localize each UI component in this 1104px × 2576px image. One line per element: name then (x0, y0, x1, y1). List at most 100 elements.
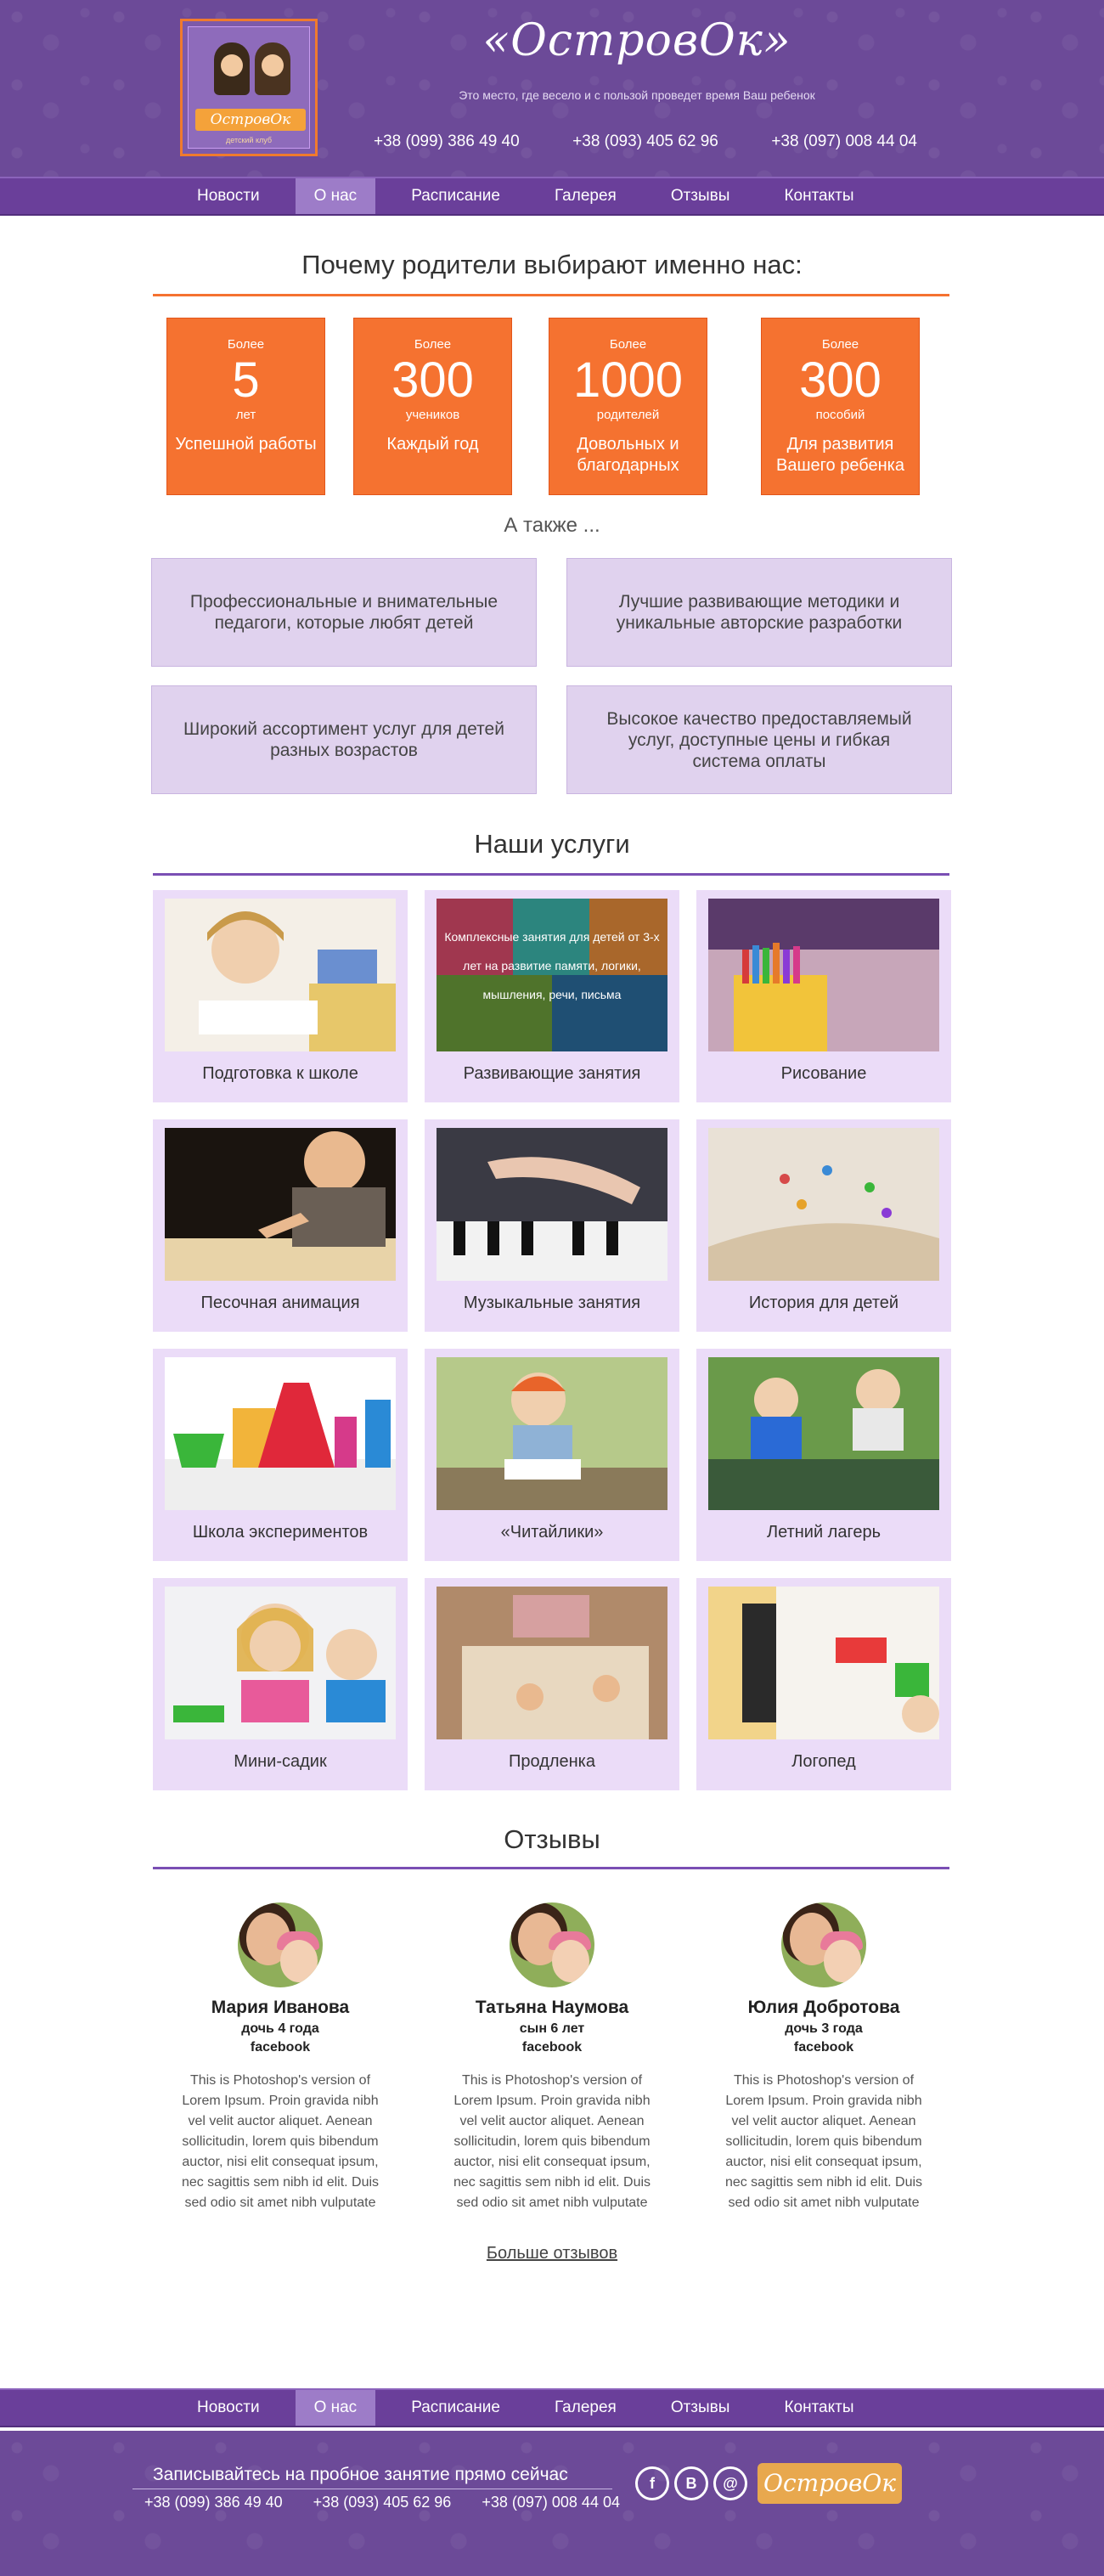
stat-desc: Каждый год (386, 435, 479, 454)
vk-icon[interactable]: B (674, 2466, 708, 2500)
nav-item-news[interactable]: Новости (178, 2390, 279, 2426)
stat-unit: пособий (815, 408, 865, 422)
logo-icon: ОстровОк детский клуб (188, 26, 310, 149)
service-image (708, 1128, 939, 1281)
service-card-summer-camp[interactable]: Летний лагерь (696, 1349, 951, 1561)
services-divider (153, 873, 949, 876)
service-image (165, 1128, 396, 1281)
stat-unit: родителей (596, 408, 660, 422)
stat-pre: Более (821, 337, 859, 352)
logo-subtitle: детский клуб (225, 136, 273, 144)
service-card-developmental[interactable]: Комплексные занятия для детей от 3-х лет… (425, 890, 679, 1102)
stat-pre: Более (414, 337, 452, 352)
service-image (165, 1357, 396, 1510)
nav-item-about[interactable]: О нас (295, 2390, 376, 2426)
service-card-drawing[interactable]: Рисование (696, 890, 951, 1102)
more-reviews-link[interactable]: Больше отзывов (425, 2244, 679, 2263)
review-child: дочь 3 года (785, 2021, 863, 2036)
service-label: Рисование (780, 1064, 867, 1083)
footer-logo[interactable]: ОстровОк (758, 2463, 902, 2504)
review-child: дочь 4 года (241, 2021, 319, 2036)
service-label: «Читайлики» (500, 1523, 604, 1542)
service-image (165, 1587, 396, 1739)
service-image (437, 1128, 667, 1281)
service-label: Развивающие занятия (463, 1064, 641, 1083)
review-card: Мария Иванова дочь 4 года facebook This … (166, 1902, 395, 2213)
nav-item-gallery[interactable]: Галерея (536, 178, 635, 214)
stat-desc: Успешной работы (175, 435, 317, 454)
review-child: сын 6 лет (519, 2021, 585, 2036)
review-source[interactable]: facebook (709, 2040, 938, 2055)
why-divider (153, 294, 949, 296)
service-image (165, 899, 396, 1051)
stat-pre: Более (609, 337, 647, 352)
logo-text: ОстровОк (195, 109, 306, 131)
nav-item-reviews[interactable]: Отзывы (652, 178, 749, 214)
phone-2[interactable]: +38 (093) 405 62 96 (572, 132, 718, 151)
review-name: Мария Иванова (211, 1998, 350, 2017)
service-image (708, 1357, 939, 1510)
site-title: «ОстровОк» (482, 15, 791, 66)
service-card-experiments[interactable]: Школа экспериментов (153, 1349, 408, 1561)
feature-card: Профессиональные и внимательные педагоги… (151, 558, 537, 667)
stat-pre: Более (227, 337, 265, 352)
stat-number: 300 (391, 352, 474, 408)
stat-unit: учеников (405, 408, 460, 422)
service-card-mini-garden[interactable]: Мини-садик (153, 1578, 408, 1790)
stat-card: Более 300 пособий Для развития Вашего ре… (761, 318, 920, 495)
service-overlay-text: Комплексные занятия для детей от 3-х лет… (444, 930, 660, 1001)
service-card-school-prep[interactable]: Подготовка к школе (153, 890, 408, 1102)
avatar (510, 1902, 594, 1987)
service-card-history[interactable]: История для детей (696, 1119, 951, 1332)
service-image (708, 899, 939, 1051)
feature-card: Высокое качество предоставляемый услуг, … (566, 685, 952, 794)
service-label: Продленка (508, 1752, 595, 1771)
review-card: Татьяна Наумова сын 6 лет facebook This … (437, 1902, 667, 2213)
service-image (437, 1357, 667, 1510)
service-label: Песочная анимация (200, 1294, 360, 1312)
review-name: Юлия Добротова (747, 1998, 900, 2017)
stat-desc: Для развития Вашего ребенка (776, 435, 904, 475)
nav-item-contacts[interactable]: Контакты (765, 178, 872, 214)
phone-3[interactable]: +38 (097) 008 44 04 (482, 2494, 620, 2511)
nav-item-gallery[interactable]: Галерея (536, 2390, 635, 2426)
avatar (238, 1902, 323, 1987)
header: ОстровОк детский клуб «ОстровОк» Это мес… (0, 0, 1104, 177)
footer-cta[interactable]: Записывайтесь на пробное занятие прямо с… (153, 2465, 568, 2485)
facebook-icon[interactable]: f (635, 2466, 669, 2500)
service-card-music[interactable]: Музыкальные занятия (425, 1119, 679, 1332)
why-title: Почему родители выбирают именно нас: (301, 250, 803, 279)
service-card-after-school[interactable]: Продленка (425, 1578, 679, 1790)
nav-item-schedule[interactable]: Расписание (392, 2390, 519, 2426)
phone-2[interactable]: +38 (093) 405 62 96 (313, 2494, 452, 2511)
stat-number: 1000 (572, 352, 684, 408)
nav-item-schedule[interactable]: Расписание (392, 178, 519, 214)
avatar (781, 1902, 866, 1987)
service-card-reading[interactable]: «Читайлики» (425, 1349, 679, 1561)
footer-nav: Новости О нас Расписание Галерея Отзывы … (0, 2388, 1104, 2427)
logo-kid-left (214, 42, 250, 95)
review-text: This is Photoshop's version of Lorem Ips… (453, 2073, 651, 2210)
phone-3[interactable]: +38 (097) 008 44 04 (771, 132, 917, 151)
stat-card: Более 1000 родителей Довольных и благода… (549, 318, 707, 495)
phone-1[interactable]: +38 (099) 386 49 40 (144, 2494, 283, 2511)
nav-item-about[interactable]: О нас (295, 178, 376, 214)
service-card-sand-animation[interactable]: Песочная анимация (153, 1119, 408, 1332)
nav-item-contacts[interactable]: Контакты (765, 2390, 872, 2426)
stat-desc: Довольных и благодарных (577, 435, 679, 475)
service-label: Мини-садик (234, 1752, 327, 1771)
nav-item-news[interactable]: Новости (178, 178, 279, 214)
email-icon[interactable]: @ (713, 2466, 747, 2500)
review-source[interactable]: facebook (437, 2040, 667, 2055)
service-card-speech-therapist[interactable]: Логопед (696, 1578, 951, 1790)
nav-item-reviews[interactable]: Отзывы (652, 2390, 749, 2426)
review-name: Татьяна Наумова (475, 1998, 629, 2017)
service-label: История для детей (748, 1294, 899, 1312)
logo[interactable]: ОстровОк детский клуб (180, 19, 318, 156)
service-label: Подготовка к школе (202, 1064, 358, 1083)
stat-card: Более 300 учеников Каждый год (353, 318, 512, 495)
service-image: Комплексные занятия для детей от 3-х лет… (437, 899, 667, 1051)
phone-1[interactable]: +38 (099) 386 49 40 (374, 132, 520, 151)
reviews-title: Отзывы (504, 1824, 600, 1854)
review-source[interactable]: facebook (166, 2040, 395, 2055)
